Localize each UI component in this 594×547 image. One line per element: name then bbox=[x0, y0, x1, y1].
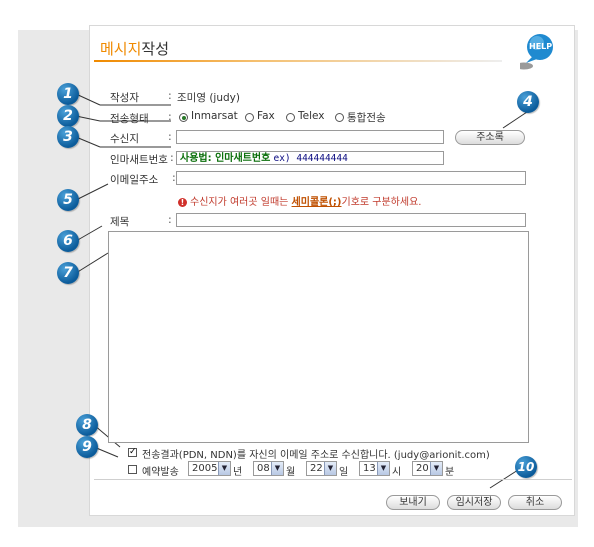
radio-telex-label: Telex bbox=[298, 110, 325, 122]
callout-badge-3: 3 bbox=[57, 126, 79, 148]
send-label: 보내기 bbox=[399, 497, 427, 508]
callout-badge-2: 2 bbox=[57, 105, 79, 127]
callout-badge-10: 10 bbox=[515, 456, 537, 478]
address-book-button[interactable]: 주소록 bbox=[455, 130, 525, 145]
send-type-label: 전송형태 bbox=[110, 113, 149, 125]
year-unit: 년 bbox=[233, 467, 243, 478]
save-draft-label: 임시저장 bbox=[455, 497, 493, 508]
schedule-label: 예약발송 bbox=[142, 467, 179, 478]
day-unit: 일 bbox=[339, 467, 349, 478]
month-value: 08 bbox=[257, 463, 270, 474]
receive-result-label: 전송결과(PDN, NDN)를 자신의 이메일 주소로 수신합니다. (judy… bbox=[142, 450, 490, 461]
chevron-down-icon: ▼ bbox=[271, 462, 283, 475]
receive-result-checkbox[interactable]: ✓ bbox=[128, 448, 137, 457]
chevron-down-icon: ▼ bbox=[377, 462, 389, 475]
send-button[interactable]: 보내기 bbox=[386, 495, 440, 510]
save-draft-button[interactable]: 임시저장 bbox=[447, 495, 501, 510]
radio-fax-label: Fax bbox=[257, 110, 275, 122]
subject-input[interactable] bbox=[176, 213, 526, 227]
address-book-label: 주소록 bbox=[476, 132, 504, 143]
chevron-down-icon: ▼ bbox=[430, 462, 442, 475]
month-select[interactable]: 08 ▼ bbox=[253, 461, 284, 476]
chevron-down-icon: ▼ bbox=[324, 462, 336, 475]
cancel-button[interactable]: 취소 bbox=[508, 495, 562, 510]
inmarsat-hint-key: 사용법: 인마새트번호 bbox=[180, 153, 271, 164]
radio-inmarsat-label: Inmarsat bbox=[191, 110, 238, 122]
hour-unit: 시 bbox=[392, 467, 402, 478]
callout-badge-4: 4 bbox=[517, 91, 539, 113]
schedule-checkbox[interactable] bbox=[128, 465, 137, 474]
minute-select[interactable]: 20 ▼ bbox=[412, 461, 443, 476]
notice-post: 기호로 구분하세요. bbox=[341, 197, 422, 208]
radio-integrated[interactable] bbox=[335, 113, 344, 122]
inmarsat-label: 인마새트번호 bbox=[110, 154, 168, 166]
chevron-down-icon: ▼ bbox=[218, 462, 230, 475]
author-value: 조미영 (judy) bbox=[177, 92, 240, 104]
callout-badge-1: 1 bbox=[57, 83, 79, 105]
inmarsat-hint-value: ex) 444444444 bbox=[273, 153, 348, 164]
radio-inmarsat[interactable] bbox=[179, 113, 188, 122]
cancel-label: 취소 bbox=[525, 497, 545, 508]
inmarsat-input[interactable]: 사용법: 인마새트번호 ex) 444444444 bbox=[176, 151, 444, 165]
recipient-input[interactable] bbox=[176, 130, 444, 144]
year-value: 2005 bbox=[192, 463, 218, 474]
inmarsat-colon: : bbox=[170, 151, 174, 164]
recipient-colon: : bbox=[168, 130, 172, 143]
notice-link: 세미콜론(;) bbox=[291, 197, 342, 208]
callout-badge-8: 8 bbox=[76, 414, 98, 436]
callout-badge-7: 7 bbox=[57, 262, 79, 284]
callout-badge-6: 6 bbox=[57, 230, 79, 252]
subject-colon: : bbox=[168, 213, 172, 226]
send-type-colon: : bbox=[168, 110, 172, 123]
callout-badge-5: 5 bbox=[57, 189, 79, 211]
warning-icon: ! bbox=[178, 198, 187, 207]
email-input[interactable] bbox=[176, 171, 526, 185]
notice-pre: 수신지가 여러곳 일때는 bbox=[190, 197, 292, 208]
minute-value: 20 bbox=[416, 463, 429, 474]
recipient-label: 수신지 bbox=[110, 133, 139, 145]
callout-badge-9: 9 bbox=[76, 436, 98, 458]
hour-value: 13 bbox=[363, 463, 376, 474]
footer-divider bbox=[94, 479, 572, 480]
author-colon: : bbox=[168, 89, 172, 102]
minute-unit: 분 bbox=[445, 467, 455, 478]
radio-telex[interactable] bbox=[286, 113, 295, 122]
day-select[interactable]: 22 ▼ bbox=[306, 461, 337, 476]
author-label: 작성자 bbox=[110, 92, 139, 104]
message-body-textarea[interactable] bbox=[108, 231, 529, 443]
year-select[interactable]: 2005 ▼ bbox=[188, 461, 231, 476]
email-label: 이메일주소 bbox=[110, 174, 159, 186]
radio-fax[interactable] bbox=[245, 113, 254, 122]
radio-integrated-label: 통합전송 bbox=[347, 112, 386, 124]
hour-select[interactable]: 13 ▼ bbox=[359, 461, 390, 476]
month-unit: 월 bbox=[286, 467, 296, 478]
day-value: 22 bbox=[310, 463, 323, 474]
email-notice: ! 수신지가 여러곳 일때는 세미콜론(;)기호로 구분하세요. bbox=[178, 193, 421, 208]
subject-label: 제목 bbox=[110, 216, 130, 228]
